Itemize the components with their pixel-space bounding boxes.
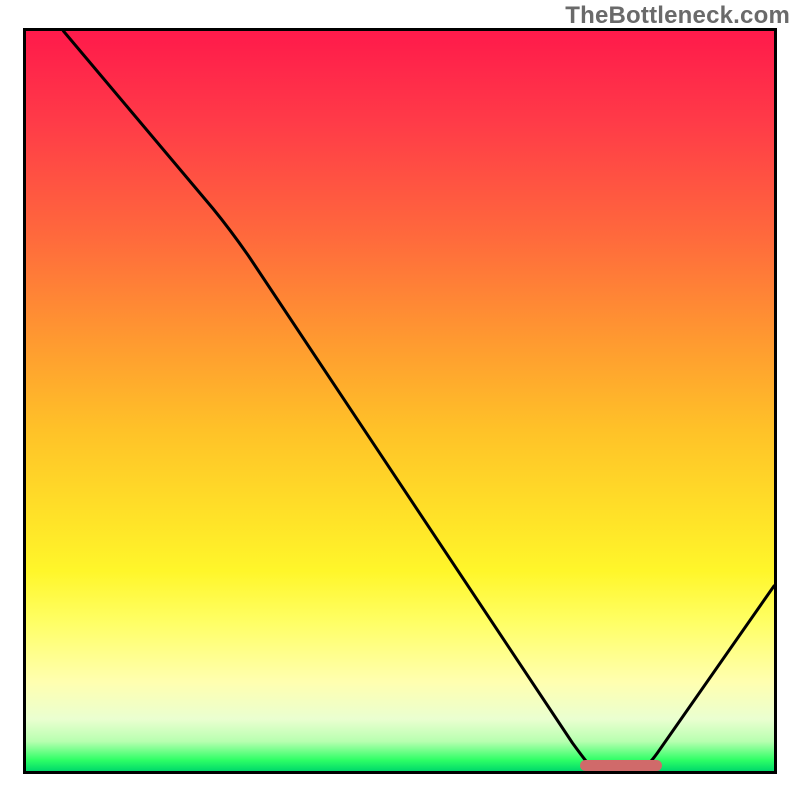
bottleneck-curve	[26, 31, 774, 771]
watermark-text: TheBottleneck.com	[565, 2, 790, 30]
optimal-range-marker	[580, 760, 662, 771]
plot-area	[23, 28, 777, 774]
chart-container: TheBottleneck.com	[0, 0, 800, 800]
